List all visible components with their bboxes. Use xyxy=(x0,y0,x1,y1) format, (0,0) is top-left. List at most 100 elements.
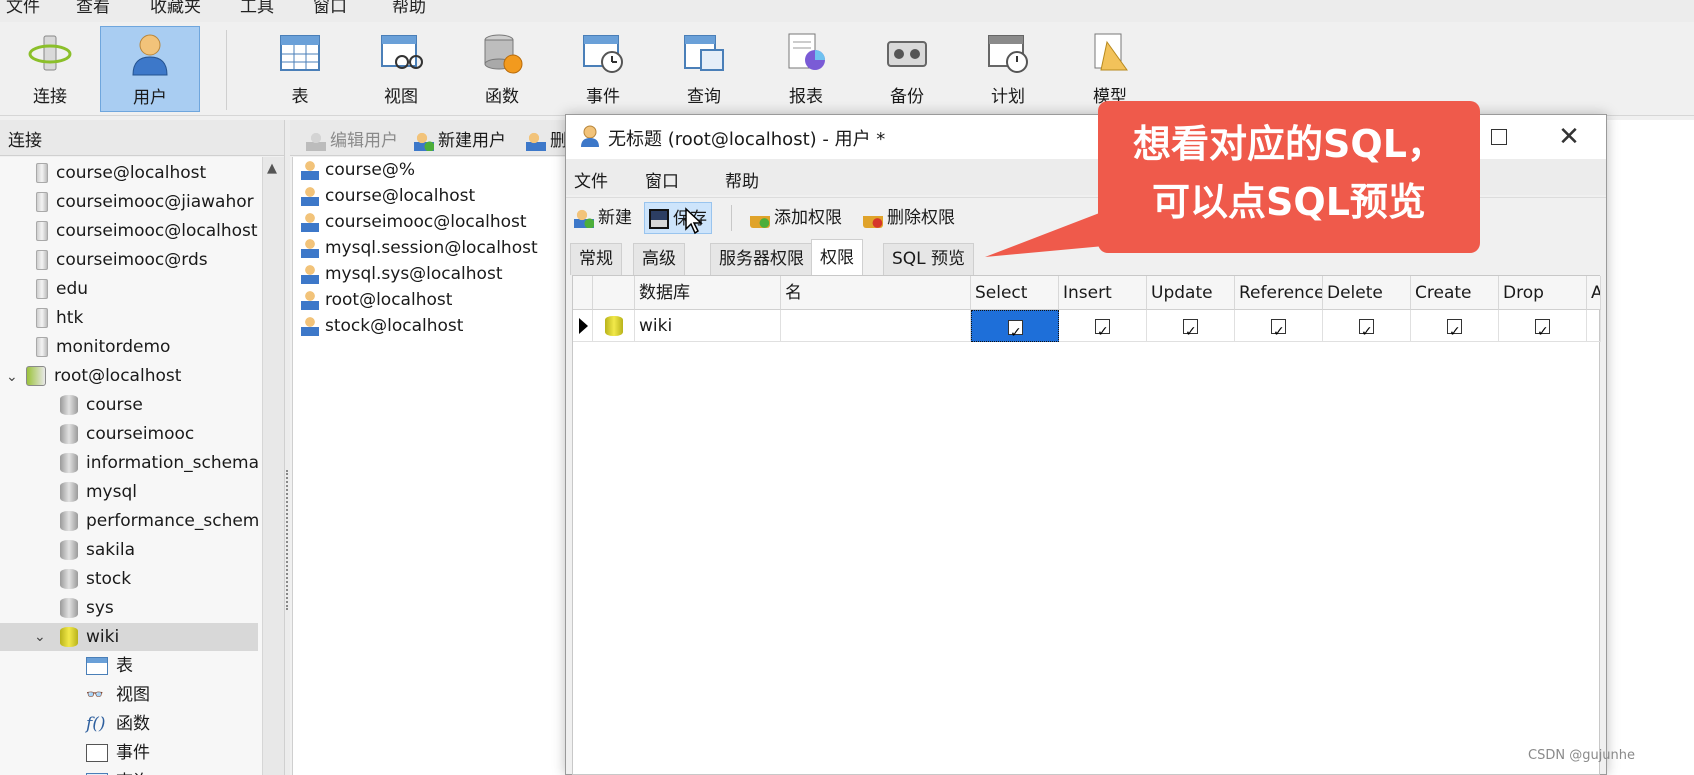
toolbar-user-button[interactable]: 用户 xyxy=(100,26,200,112)
scroll-up-icon[interactable]: ▲ xyxy=(267,161,277,176)
tab-server-privileges[interactable]: 服务器权限 xyxy=(710,243,813,275)
connection-header-label: 连接 xyxy=(8,131,42,151)
toolbar-schedule-button[interactable]: 计划 xyxy=(958,26,1058,112)
column-header-delete[interactable]: Delete xyxy=(1323,276,1411,310)
toolbar-table-button[interactable]: 表 xyxy=(250,26,350,112)
user-item[interactable]: stock@localhost xyxy=(301,313,463,339)
menu-help[interactable]: 帮助 xyxy=(725,167,759,192)
toolbar-model-button[interactable]: 模型 xyxy=(1060,26,1160,112)
create-checkbox-cell[interactable] xyxy=(1411,310,1499,348)
menu-window[interactable]: 窗口 xyxy=(313,0,347,17)
maximize-button[interactable] xyxy=(1491,129,1507,145)
user-item[interactable]: root@localhost xyxy=(301,287,452,313)
user-list: course@% course@localhost courseimooc@lo… xyxy=(292,157,568,775)
cell-database[interactable]: wiki xyxy=(635,310,781,342)
toolbar-report-button[interactable]: 报表 xyxy=(756,26,856,112)
user-item[interactable]: course@localhost xyxy=(301,183,475,209)
tree-item-wiki[interactable]: ⌄ wiki xyxy=(0,623,258,651)
menu-help[interactable]: 帮助 xyxy=(392,0,426,17)
column-header-reference[interactable]: Reference xyxy=(1235,276,1323,310)
select-checkbox[interactable] xyxy=(1008,317,1023,349)
tree-item-courseimooc-localhost[interactable]: courseimooc@localhost xyxy=(36,217,258,245)
tree-item-courseimooc-rds[interactable]: courseimooc@rds xyxy=(36,246,208,274)
panel-splitter[interactable] xyxy=(284,120,290,775)
tree-item-courseimooc[interactable]: courseimooc xyxy=(60,420,194,448)
column-header-create[interactable]: Create xyxy=(1411,276,1499,310)
tab-privileges[interactable]: 权限 xyxy=(811,239,863,275)
new-user-button[interactable]: 新建用户 xyxy=(414,126,506,151)
tree-item-course-localhost[interactable]: course@localhost xyxy=(36,159,206,187)
tree-item-courseimooc-jiawahor[interactable]: courseimooc@jiawahor xyxy=(36,188,254,216)
tab-advanced[interactable]: 高级 xyxy=(633,243,685,275)
tree-item-functions[interactable]: f() 函数 xyxy=(86,710,150,738)
tree-item-monitordemo[interactable]: monitordemo xyxy=(36,333,170,361)
insert-checkbox[interactable] xyxy=(1095,316,1110,348)
toolbar-connection-button[interactable]: 连接 xyxy=(0,26,100,112)
create-checkbox[interactable] xyxy=(1447,316,1462,348)
column-header-name[interactable]: 名 xyxy=(781,276,971,310)
tree-item-mysql[interactable]: mysql xyxy=(60,478,137,506)
menu-favorites[interactable]: 收藏夹 xyxy=(150,0,201,17)
tree-item-root-localhost[interactable]: ⌄ root@localhost xyxy=(6,362,181,390)
tree-item-sakila[interactable]: sakila xyxy=(60,536,135,564)
tree-item-queries[interactable]: 查询 xyxy=(86,768,150,775)
column-header-update[interactable]: Update xyxy=(1147,276,1235,310)
tree-item-edu[interactable]: edu xyxy=(36,275,88,303)
chevron-down-icon[interactable]: ⌄ xyxy=(6,363,26,391)
drop-checkbox[interactable] xyxy=(1535,316,1550,348)
database-cell-icon xyxy=(593,310,635,342)
user-item[interactable]: course@% xyxy=(301,157,415,183)
close-button[interactable]: ✕ xyxy=(1554,123,1584,153)
column-header-insert[interactable]: Insert xyxy=(1059,276,1147,310)
delete-checkbox[interactable] xyxy=(1359,316,1374,348)
tree-item-sys[interactable]: sys xyxy=(60,594,114,622)
column-header-alter[interactable]: A xyxy=(1587,276,1601,310)
update-checkbox[interactable] xyxy=(1183,316,1198,348)
tree-item-events[interactable]: 事件 xyxy=(86,739,150,767)
column-header-database[interactable]: 数据库 xyxy=(635,276,781,310)
toolbar-event-button[interactable]: 事件 xyxy=(553,26,653,112)
new-button[interactable]: 新建 xyxy=(570,202,636,234)
update-checkbox-cell[interactable] xyxy=(1147,310,1235,348)
menu-file[interactable]: 文件 xyxy=(574,167,608,192)
tree-item-performance-schema[interactable]: performance_schem xyxy=(60,507,259,535)
tab-sql-preview[interactable]: SQL 预览 xyxy=(883,243,975,275)
toolbar-view-button[interactable]: 视图 xyxy=(351,26,451,112)
add-privilege-button[interactable]: 添加权限 xyxy=(746,202,846,234)
cell-name[interactable] xyxy=(781,310,971,342)
user-item[interactable]: mysql.sys@localhost xyxy=(301,261,502,287)
menu-tools[interactable]: 工具 xyxy=(240,0,274,17)
tree-item-views[interactable]: 👓 视图 xyxy=(86,681,150,709)
toolbar-function-button[interactable]: 函数 xyxy=(452,26,552,112)
tab-general[interactable]: 常规 xyxy=(570,243,622,275)
tree-item-stock[interactable]: stock xyxy=(60,565,131,593)
alter-checkbox-cell[interactable] xyxy=(1587,310,1601,342)
insert-checkbox-cell[interactable] xyxy=(1059,310,1147,348)
tree-item-course[interactable]: course xyxy=(60,391,143,419)
delete-user-button[interactable]: 删 xyxy=(526,126,567,151)
tree-item-tables[interactable]: 表 xyxy=(86,652,133,680)
column-header-drop[interactable]: Drop xyxy=(1499,276,1587,310)
edit-user-button[interactable]: 编辑用户 xyxy=(306,126,398,151)
reference-checkbox-cell[interactable] xyxy=(1235,310,1323,348)
column-header-select[interactable]: Select xyxy=(971,276,1059,310)
reference-checkbox[interactable] xyxy=(1271,316,1286,348)
menu-file[interactable]: 文件 xyxy=(6,0,40,17)
menu-window[interactable]: 窗口 xyxy=(645,167,679,192)
drop-checkbox-cell[interactable] xyxy=(1499,310,1587,348)
menu-view[interactable]: 查看 xyxy=(76,0,110,17)
toolbar-backup-button[interactable]: 备份 xyxy=(857,26,957,112)
delete-checkbox-cell[interactable] xyxy=(1323,310,1411,348)
delete-privilege-button[interactable]: 删除权限 xyxy=(859,202,959,234)
tree-item-htk[interactable]: htk xyxy=(36,304,83,332)
user-icon xyxy=(581,125,599,147)
toolbar-query-button[interactable]: 查询 xyxy=(654,26,754,112)
user-item[interactable]: mysql.session@localhost xyxy=(301,235,538,261)
user-item[interactable]: courseimooc@localhost xyxy=(301,209,527,235)
select-checkbox-cell[interactable] xyxy=(971,310,1059,349)
tree-item-information-schema[interactable]: information_schema xyxy=(60,449,259,477)
main-content-background xyxy=(1606,120,1694,775)
toolbar-function-label: 函数 xyxy=(485,87,519,107)
chevron-down-icon[interactable]: ⌄ xyxy=(34,623,54,651)
connection-scrollbar[interactable]: ▲ xyxy=(262,157,284,775)
